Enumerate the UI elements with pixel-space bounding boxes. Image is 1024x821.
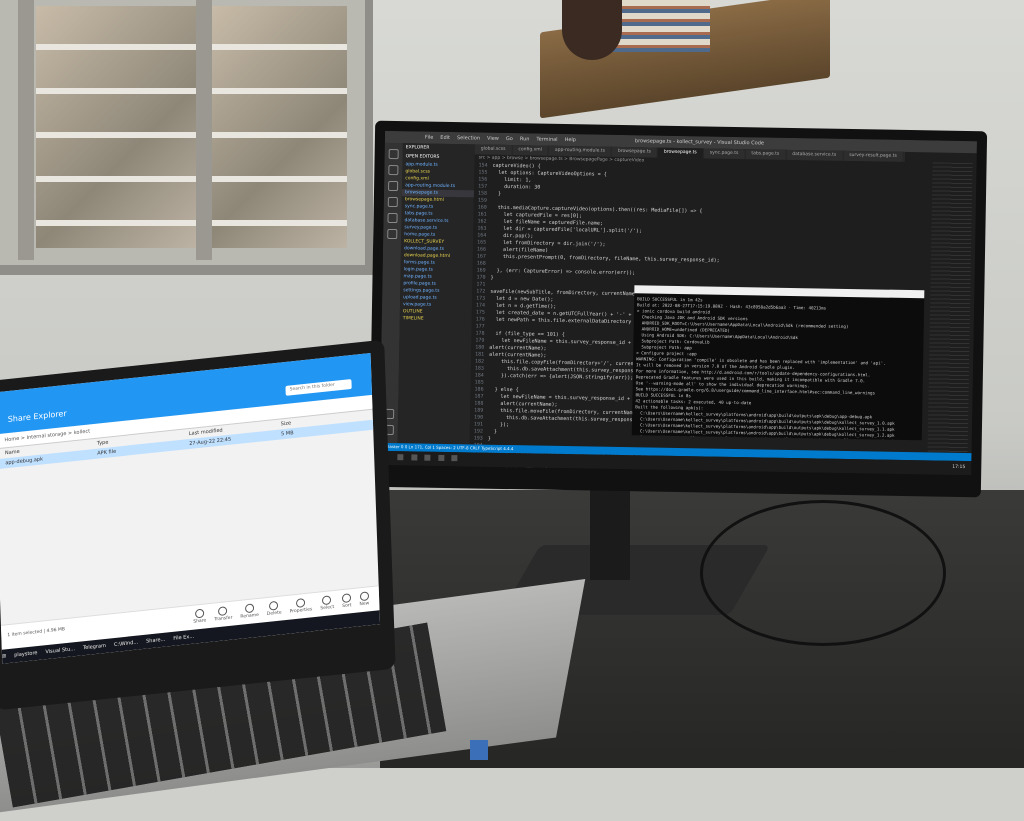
vase <box>562 0 622 60</box>
action-transfer-button[interactable]: Transfer <box>214 606 233 623</box>
taskbar-vscode-icon[interactable] <box>438 454 444 460</box>
code-text: } <box>490 275 493 281</box>
code-text: backdropDismiss: false, <box>487 471 568 475</box>
window-pane <box>36 6 196 248</box>
taskbar-app[interactable]: File Ex... <box>173 634 194 642</box>
minimap[interactable] <box>928 162 973 453</box>
menu-item-edit[interactable]: Edit <box>440 135 450 141</box>
sidebar-item[interactable]: TIMELINE <box>400 315 472 323</box>
editor-tab[interactable]: tabs.page.ts <box>745 149 786 160</box>
action-delete-button[interactable]: Delete <box>266 600 281 617</box>
action-select-button[interactable]: Select <box>320 595 334 611</box>
laptop-screen: Share Explorer Search in this folder Hom… <box>0 353 380 664</box>
code-text: duration: 30 <box>492 184 540 191</box>
monitor-screen: File Edit Selection View Go Run Terminal Help b… <box>379 131 977 475</box>
code-text: captureVideo() { <box>492 163 540 170</box>
code-text: limit: 1, <box>492 177 531 184</box>
select-icon <box>322 595 331 605</box>
search-input[interactable]: Search in this folder <box>285 379 351 396</box>
code-text: alert(fileName) <box>491 247 548 254</box>
action-label: Rename <box>240 613 259 620</box>
taskbar-app[interactable]: Visual Stu... <box>45 646 75 655</box>
menu-item-view[interactable]: View <box>487 136 499 142</box>
explorer-icon[interactable] <box>389 149 399 159</box>
run-debug-icon[interactable] <box>388 197 398 207</box>
editor-tab[interactable]: browsepage.ts <box>658 148 704 159</box>
window-mullion <box>18 0 34 260</box>
code-text: } <box>488 429 497 435</box>
window-mullion <box>196 0 212 260</box>
cable <box>700 500 946 646</box>
app-title: Share Explorer <box>8 409 67 424</box>
taskbar-search-icon[interactable] <box>398 454 404 460</box>
menu-item-run[interactable]: Run <box>520 136 530 142</box>
action-properties-button[interactable]: Properties <box>289 597 312 614</box>
editor-tab[interactable]: dashboard <box>904 152 905 162</box>
code-text: } <box>488 436 491 442</box>
code-text: alert(currentName); <box>489 352 546 359</box>
code-text: }, (err: CaptureError) => console.error(… <box>491 268 636 277</box>
monitor-stand-neck <box>590 490 630 580</box>
action-label: New <box>359 601 369 607</box>
action-rename-button[interactable]: Rename <box>240 603 259 620</box>
remote-icon[interactable] <box>387 229 397 239</box>
code-text: alert(currentName); <box>489 345 546 352</box>
menu-item-selection[interactable]: Selection <box>457 135 480 141</box>
taskbar-app[interactable]: C:\Wind... <box>114 640 138 649</box>
window-pane <box>212 6 347 248</box>
windows-start-icon[interactable]: ⊞ <box>2 653 6 659</box>
monitor: File Edit Selection View Go Run Terminal Help b… <box>369 121 987 498</box>
editor-tab[interactable]: config.xml <box>512 145 549 156</box>
taskbar-clock: 17:15 <box>952 461 965 475</box>
menu-item-go[interactable]: Go <box>506 136 513 142</box>
code-text: }).catch(err => {alert(JSON.stringify(er… <box>489 373 643 382</box>
taskbar-app[interactable]: playstore <box>14 650 37 658</box>
code-text: dir.pop(); <box>491 233 533 240</box>
rename-icon <box>245 603 254 613</box>
code-text: let n = d.getTime(); <box>490 303 556 310</box>
taskbar-file-explorer-icon[interactable] <box>411 454 417 460</box>
explorer-sidebar: EXPLORER OPEN EDITORS app.module.tsgloba… <box>398 143 475 444</box>
action-label: Select <box>320 605 334 611</box>
laptop-lid: Share Explorer Search in this folder Hom… <box>0 340 396 711</box>
action-label: Transfer <box>214 616 232 623</box>
window-frame <box>0 0 373 275</box>
menu-item-help[interactable]: Help <box>565 137 577 143</box>
action-share-button[interactable]: Share <box>193 608 207 624</box>
menu-item-terminal[interactable]: Terminal <box>536 137 557 143</box>
properties-icon <box>296 598 305 608</box>
editor-tab[interactable]: survey-result.page.ts <box>843 151 904 162</box>
code-text: } <box>492 191 501 197</box>
taskbar-terminal-icon[interactable] <box>452 455 458 461</box>
editor-tab[interactable]: global.scss <box>475 144 513 155</box>
code-text: alert(currentName); <box>488 401 557 408</box>
action-label: Delete <box>267 610 282 617</box>
line-number: 198 <box>473 470 487 475</box>
code-text: let d = new Date(); <box>490 296 553 303</box>
selection-status: 1 item selected | 4.96 MB <box>7 627 65 638</box>
extensions-icon[interactable] <box>387 213 397 223</box>
taskbar-browser-icon[interactable] <box>425 454 431 460</box>
source-control-icon[interactable] <box>388 181 398 191</box>
delete-icon <box>269 601 278 611</box>
transfer-icon <box>218 606 227 616</box>
action-new-button[interactable]: New <box>359 591 369 607</box>
action-label: Sort <box>342 603 351 609</box>
laptop-sticker <box>470 740 488 760</box>
share-icon <box>195 609 204 619</box>
action-sort-button[interactable]: Sort <box>342 593 352 609</box>
sort-icon <box>342 593 351 603</box>
code-text: } else { <box>489 387 519 394</box>
action-label: Share <box>193 618 206 624</box>
new-icon <box>359 591 368 601</box>
code-text: }); <box>488 422 509 428</box>
menu-item-file[interactable]: File <box>425 135 433 141</box>
terminal-window[interactable]: BUILD SUCCESSFUL in 1m 42sBuild at: 2022… <box>632 285 925 440</box>
editor-tab[interactable]: sync.page.ts <box>704 148 746 159</box>
search-icon[interactable] <box>388 165 398 175</box>
editor-tab[interactable]: database.service.ts <box>786 150 843 161</box>
action-label: Properties <box>290 607 313 614</box>
taskbar-app[interactable]: Share... <box>146 637 165 645</box>
taskbar-app[interactable]: Telegram <box>83 643 106 651</box>
